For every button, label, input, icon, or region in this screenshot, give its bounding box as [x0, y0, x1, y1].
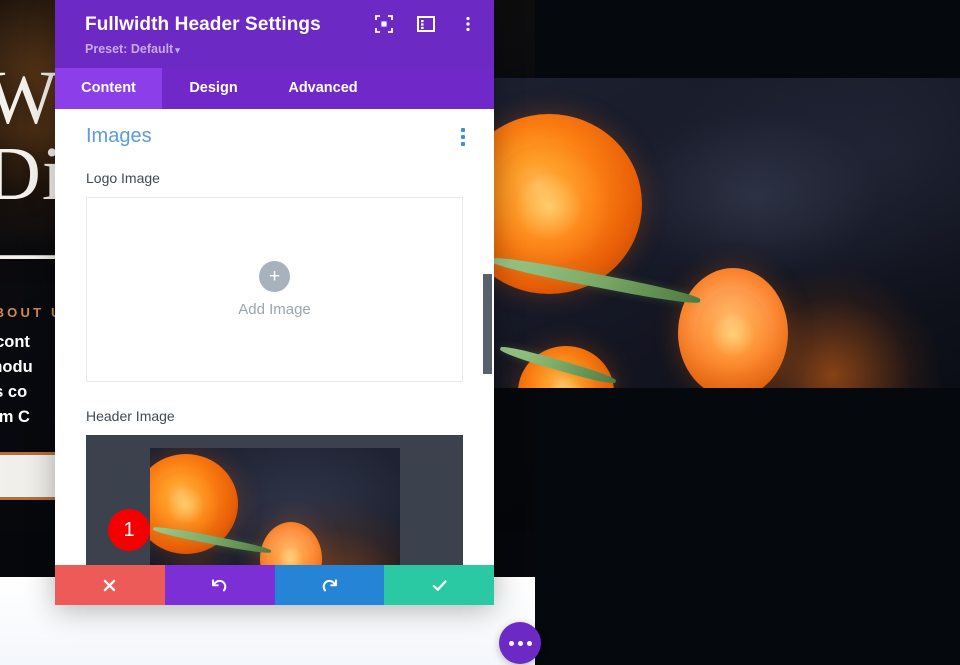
- redo-icon: [322, 578, 337, 591]
- undo-icon: [212, 578, 227, 591]
- body-line-2: e modu: [0, 358, 33, 376]
- ellipsis-icon-dot-2: [517, 640, 523, 646]
- field-header-image: Header Image 1: [86, 408, 463, 565]
- body-line-4: stom C: [0, 408, 30, 426]
- step-badge: 1: [108, 509, 150, 551]
- focus-icon[interactable]: [374, 14, 394, 34]
- redo-button[interactable]: [274, 565, 385, 605]
- modal-footer: [55, 565, 494, 605]
- page-settings-fab[interactable]: [499, 622, 541, 664]
- plus-icon: +: [259, 261, 290, 292]
- cancel-button[interactable]: [55, 565, 165, 605]
- layout-panel-icon[interactable]: [416, 14, 436, 34]
- scrollbar-thumb[interactable]: [483, 274, 492, 374]
- header-image-thumbnail: [149, 447, 400, 565]
- undo-button[interactable]: [164, 565, 275, 605]
- overflow-menu-icon[interactable]: [458, 14, 478, 34]
- field-logo-image: Logo Image + Add Image: [86, 170, 463, 382]
- chevron-down-icon: ▾: [175, 45, 180, 55]
- ellipsis-icon-dot-3: [526, 640, 532, 646]
- settings-body: Images Logo Image + Add Image Header Ima…: [55, 109, 494, 565]
- body-line-1: ur cont: [0, 333, 30, 351]
- ellipsis-icon-dot-1: [508, 640, 514, 646]
- logo-image-upload[interactable]: + Add Image: [86, 197, 463, 382]
- screen-root: We Div —a ABOUT U ur cont e modu this co…: [0, 0, 960, 665]
- field-label-logo-image: Logo Image: [86, 170, 160, 186]
- field-label-header-image: Header Image: [86, 408, 175, 424]
- check-icon: [432, 579, 447, 591]
- hero-body-text: ur cont e modu this co stom C: [0, 330, 33, 430]
- images-section-header: Images: [86, 125, 465, 148]
- preset-selector[interactable]: Preset: Default ▾: [85, 42, 180, 56]
- header-image-preview[interactable]: 1: [86, 435, 463, 565]
- flower-photo-large: [470, 78, 960, 388]
- section-title-images[interactable]: Images: [86, 125, 152, 148]
- settings-tabs: Content Design Advanced: [55, 68, 494, 109]
- modal-header-actions: [374, 14, 478, 34]
- close-icon: [104, 579, 116, 591]
- add-image-label: Add Image: [238, 301, 311, 318]
- page-hero-photo: [470, 78, 960, 388]
- section-overflow-icon[interactable]: [459, 126, 465, 148]
- tab-design[interactable]: Design: [162, 68, 265, 109]
- body-line-3: this co: [0, 383, 28, 401]
- save-button[interactable]: [384, 565, 494, 605]
- preset-label: Preset: Default: [85, 42, 174, 56]
- tab-content[interactable]: Content: [55, 68, 162, 109]
- module-settings-modal: Fullwidth Header Settings Preset: Defaul…: [55, 0, 494, 605]
- modal-header: Fullwidth Header Settings Preset: Defaul…: [55, 0, 494, 68]
- settings-scrollbar[interactable]: [483, 109, 492, 565]
- tab-advanced[interactable]: Advanced: [265, 68, 381, 109]
